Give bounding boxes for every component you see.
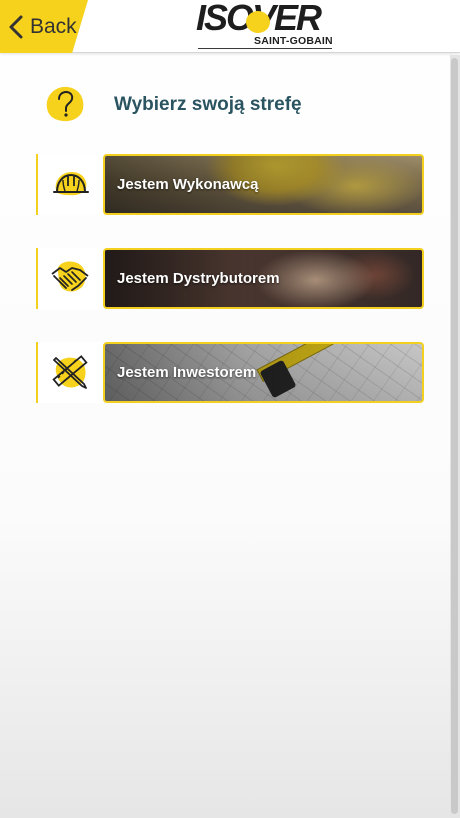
logo-o-icon	[246, 11, 270, 33]
zone-icon-box	[36, 154, 103, 215]
handshake-icon	[51, 261, 89, 292]
zone-dystrybutor[interactable]: Jestem Dystrybutorem	[36, 248, 424, 309]
hard-hat-icon	[53, 172, 89, 196]
app-header: Back ISOVER SAINT-GOBAIN	[0, 0, 460, 53]
chevron-left-icon	[9, 15, 23, 38]
zone-banner: Jestem Wykonawcą	[103, 154, 424, 215]
isover-logo: ISOVER SAINT-GOBAIN	[196, 0, 336, 50]
zone-inwestor[interactable]: Jestem Inwestorem	[36, 342, 424, 403]
question-icon	[46, 86, 84, 122]
back-button[interactable]: Back	[0, 0, 88, 53]
logo-subtitle: SAINT-GOBAIN	[254, 35, 333, 47]
zone-icon-box	[36, 248, 103, 309]
ruler-pencil-icon	[52, 355, 88, 389]
back-label: Back	[30, 14, 77, 38]
zone-banner: Jestem Dystrybutorem	[103, 248, 424, 309]
title-row: Wybierz swoją strefę	[0, 80, 460, 132]
zone-banner: Jestem Inwestorem	[103, 342, 424, 403]
scrollbar-thumb[interactable]	[451, 58, 458, 814]
zone-icon-box	[36, 342, 103, 403]
logo-underline	[198, 48, 332, 49]
page-title: Wybierz swoją strefę	[114, 94, 302, 115]
zone-label: Jestem Wykonawcą	[117, 176, 259, 193]
zone-label: Jestem Inwestorem	[117, 364, 257, 381]
zone-label: Jestem Dystrybutorem	[117, 270, 280, 287]
zone-wykonawca[interactable]: Jestem Wykonawcą	[36, 154, 424, 215]
